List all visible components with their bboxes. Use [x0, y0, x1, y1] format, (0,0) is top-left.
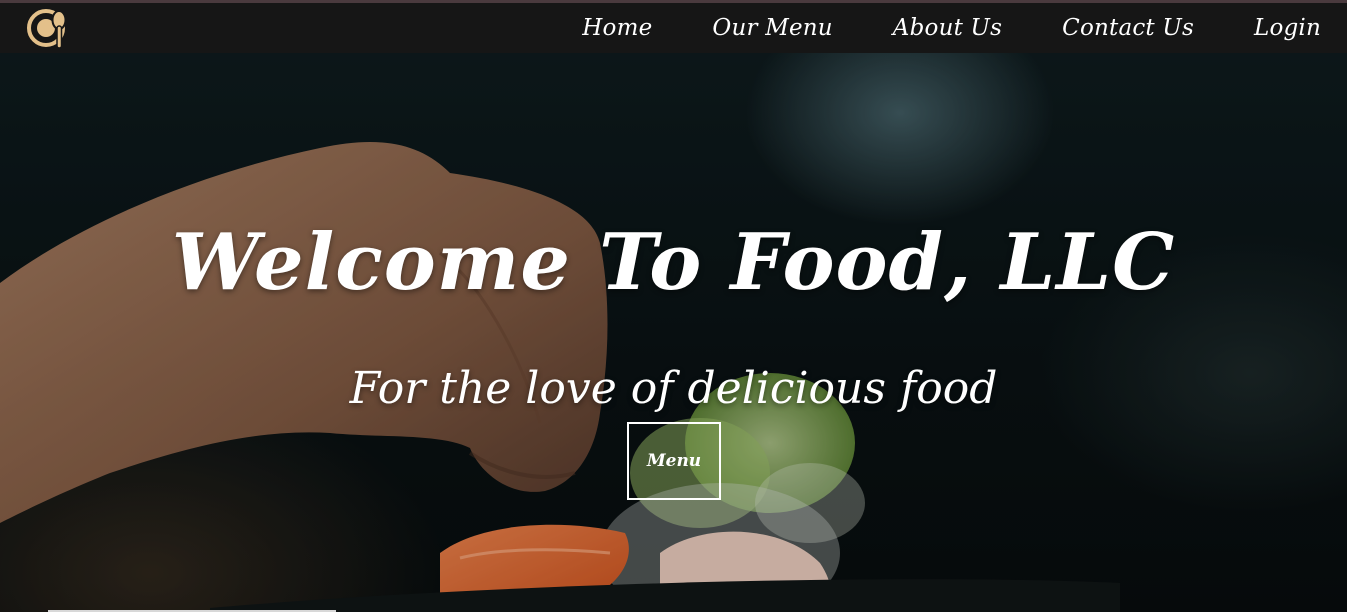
nav-home[interactable]: Home	[582, 15, 652, 41]
hero-section: Welcome To Food, LLC For the love of del…	[0, 53, 1347, 612]
nav-about-us[interactable]: About Us	[893, 15, 1002, 41]
nav-login[interactable]: Login	[1254, 15, 1321, 41]
plate-spoon-icon	[27, 9, 67, 49]
brand-logo[interactable]	[26, 6, 70, 50]
nav-links: Home Our Menu About Us Contact Us Login	[582, 15, 1321, 41]
nav-our-menu[interactable]: Our Menu	[712, 15, 832, 41]
hero-overlay	[0, 53, 1347, 612]
navbar: Home Our Menu About Us Contact Us Login	[0, 3, 1347, 53]
hero-subtitle: For the love of delicious food	[349, 363, 998, 414]
hero-title: Welcome To Food, LLC	[171, 217, 1176, 308]
nav-contact-us[interactable]: Contact Us	[1062, 15, 1194, 41]
menu-button[interactable]: Menu	[627, 422, 721, 500]
